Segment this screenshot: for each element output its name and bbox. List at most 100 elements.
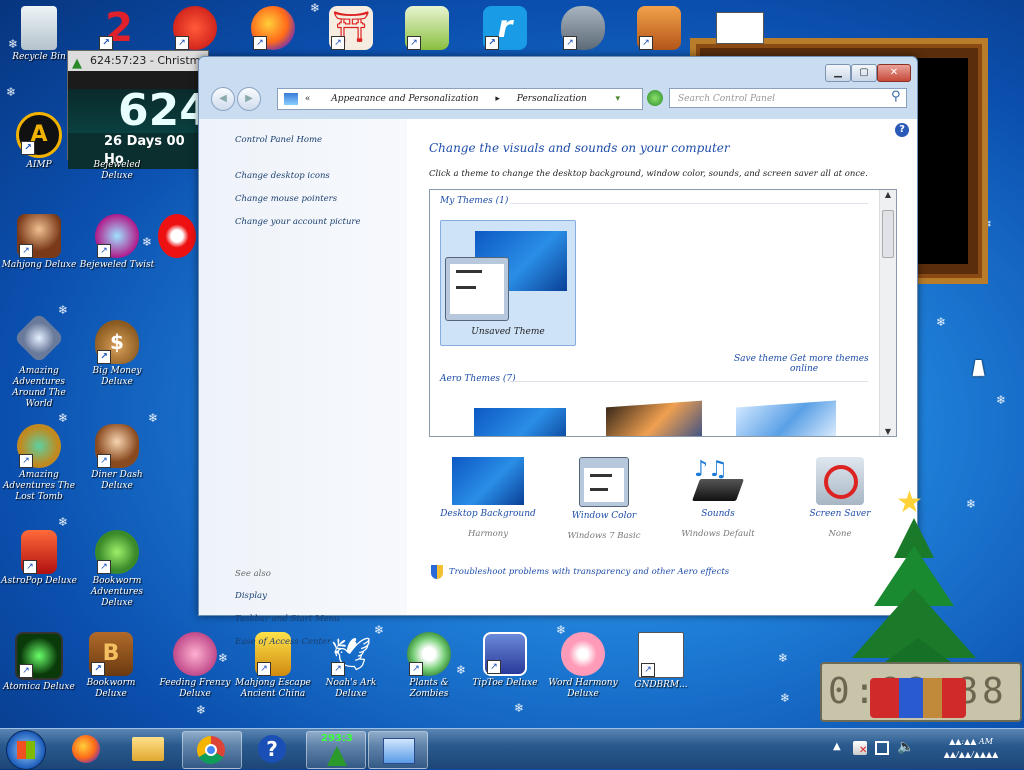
unsaved-theme-label: Unsaved Theme	[471, 327, 545, 337]
recycle-bin-icon	[21, 6, 57, 50]
window-color-icon	[579, 457, 629, 507]
firefox-icon: ↗	[251, 6, 295, 50]
taskbar-explorer[interactable]	[120, 731, 178, 767]
minimize-button[interactable]: ▁	[825, 64, 851, 82]
desktop-icon-feeding-frenzy[interactable]: Feeding Frenzy Deluxe	[156, 632, 234, 700]
network-icon[interactable]	[875, 741, 889, 755]
r-app-icon: r ↗	[483, 6, 527, 50]
christmas-tree-icon: ▲	[72, 56, 82, 71]
desktop-icon-bejeweled-deluxe[interactable]: Bejeweled Deluxe	[78, 112, 156, 182]
desktop-icon-tiptoe[interactable]: ↗ TipToe Deluxe	[466, 632, 544, 689]
taskbar-chrome[interactable]	[182, 731, 242, 769]
volume-icon[interactable]: 🔈	[897, 739, 914, 755]
taskbar-countdown[interactable]: 293:3	[306, 731, 366, 769]
mouse-cursor-icon	[972, 360, 988, 376]
sounds-setting[interactable]: ♪♫ Sounds Windows Default	[663, 457, 773, 539]
forward-button[interactable]: ▶	[237, 87, 261, 111]
desktop-icon-word-harmony[interactable]: Word Harmony Deluxe	[544, 632, 622, 700]
desktop-icon-astropop[interactable]: ↗ AstroPop Deluxe	[0, 530, 78, 587]
aero-theme-windows7[interactable]	[474, 408, 566, 436]
chevron-down-icon[interactable]: ▾	[615, 89, 620, 109]
refresh-button[interactable]	[647, 90, 663, 106]
led-clock-gadget[interactable]: 0:88:88	[820, 662, 1022, 722]
number-two-icon: 2 ↗	[97, 6, 141, 50]
desktop-icon-bookworm[interactable]: B ↗ Bookworm Deluxe	[72, 632, 150, 700]
desktop-icon-diner-dash[interactable]: ↗ Diner Dash Deluxe	[78, 424, 156, 492]
change-account-picture-link[interactable]: Change your account picture	[235, 217, 361, 227]
desktop-icon-atomica[interactable]: ↗ Atomica Deluxe	[0, 632, 78, 693]
taskbar-start-menu-link[interactable]: Taskbar and Start Menu	[235, 614, 340, 624]
bookworm-worm-icon: ↗	[95, 530, 139, 574]
tree-badge: 293:3	[321, 733, 353, 744]
page-title: Change the visuals and sounds on your co…	[429, 141, 730, 155]
desktop-icon-partial-1[interactable]	[156, 214, 198, 258]
desktop-icon-r-app[interactable]: r ↗	[466, 6, 544, 50]
notepad-icon: ↗	[405, 6, 449, 50]
search-input[interactable]: Search Control Panel	[669, 88, 907, 108]
desktop-icon-firefox[interactable]: ↗	[234, 6, 312, 50]
desktop-background-setting[interactable]: Desktop Background Harmony	[433, 457, 543, 539]
taskbar-help[interactable]: ?	[244, 731, 302, 767]
unsaved-theme-thumb[interactable]: Unsaved Theme	[440, 220, 576, 346]
desktop-icon-shark[interactable]: ↗	[544, 6, 622, 50]
breadcrumb-personalization[interactable]: Personalization	[517, 94, 587, 104]
astropop-icon: ↗	[21, 530, 57, 574]
taskbar: ? 293:3 ▲ ✕ 🔈 ▲▲:▲▲ AM ▲▲/▲▲/▲▲▲▲	[0, 728, 1024, 770]
save-theme-link[interactable]: Save theme	[734, 354, 787, 364]
back-button[interactable]: ◀	[211, 87, 235, 111]
firefox-icon	[72, 735, 100, 763]
breadcrumb[interactable]: « Appearance and Personalization ▸ Perso…	[277, 88, 643, 110]
maximize-button[interactable]: ▢	[851, 64, 877, 82]
gem-icon: ↗	[95, 214, 139, 258]
desktop-icon-amazing-lost[interactable]: ↗ Amazing Adventures The Lost Tomb	[0, 424, 78, 503]
desktop-icon-bejeweled-twist[interactable]: ↗ Bejeweled Twist	[78, 214, 156, 271]
window-color-setting[interactable]: Window Color Windows 7 Basic	[549, 457, 659, 541]
desktop-icon-plants-zombies[interactable]: ↗ Plants & Zombies	[390, 632, 468, 700]
desktop-icon-gndbrm[interactable]: ↗ GNDBRM...	[622, 632, 700, 691]
help-icon[interactable]: ?	[895, 123, 909, 137]
themes-list: My Themes (1) Unsaved Theme Save theme G…	[429, 189, 897, 437]
flag-icon[interactable]: ✕	[853, 741, 867, 756]
troubleshoot-link[interactable]: Troubleshoot problems with transparency …	[449, 567, 729, 577]
breadcrumb-arrow-icon[interactable]: ▸	[495, 94, 500, 104]
desktop-icon-big-money[interactable]: $ ↗ Big Money Deluxe	[78, 320, 156, 388]
ease-of-access-link[interactable]: Ease of Access Center	[235, 637, 331, 647]
cocktail-icon: ↗	[483, 632, 527, 676]
waitress-icon: ↗	[95, 424, 139, 468]
desktop-icon-blocks[interactable]: ↗	[620, 6, 698, 50]
desktop-icon-amazing-around[interactable]: Amazing Adventures Around The World	[0, 312, 78, 410]
breadcrumb-overflow[interactable]: «	[305, 94, 311, 104]
window-titlebar[interactable]: ▁ ▢ ✕	[199, 57, 917, 85]
aero-theme-characters[interactable]	[736, 400, 836, 436]
my-themes-group[interactable]: My Themes (1)	[440, 196, 508, 206]
book-icon: B ↗	[89, 632, 133, 676]
desktop-icon-notepad[interactable]: ↗	[388, 6, 466, 50]
desktop-icon-2[interactable]: 2 ↗	[80, 6, 158, 50]
compass-gem-icon	[13, 312, 65, 364]
scrollbar-thumb[interactable]	[882, 210, 894, 258]
desktop-icon-red-creature[interactable]: ↗	[156, 6, 234, 50]
taskbar-firefox[interactable]	[58, 731, 116, 767]
aero-theme-architecture[interactable]	[606, 400, 702, 436]
change-desktop-icons-link[interactable]: Change desktop icons	[235, 171, 330, 181]
clock[interactable]: ▲▲:▲▲ AM ▲▲/▲▲/▲▲▲▲	[921, 735, 1021, 761]
close-button[interactable]: ✕	[877, 64, 911, 82]
desktop-icon-aimp[interactable]: A ↗ AIMP	[0, 112, 78, 171]
change-mouse-pointers-link[interactable]: Change mouse pointers	[235, 194, 337, 204]
desktop-icon-bookworm-adv[interactable]: ↗ Bookworm Adventures Deluxe	[78, 530, 156, 609]
desktop-icon-mahjong[interactable]: ↗ Mahjong Deluxe	[0, 214, 78, 271]
frame-top-icon[interactable]	[716, 12, 764, 44]
search-icon[interactable]: ⚲	[891, 89, 901, 104]
taskbar-control-panel[interactable]	[368, 731, 428, 769]
themes-scrollbar[interactable]: ▲ ▼	[879, 190, 896, 436]
control-panel-home-link[interactable]: Control Panel Home	[235, 135, 322, 145]
aero-themes-group[interactable]: Aero Themes (7)	[440, 374, 516, 384]
personalization-window[interactable]: ▁ ▢ ✕ ◀ ▶ « Appearance and Personalizati…	[198, 56, 918, 647]
shark-icon: ↗	[561, 6, 605, 50]
show-hidden-icons[interactable]: ▲	[833, 741, 841, 752]
breadcrumb-appearance[interactable]: Appearance and Personalization	[331, 94, 478, 104]
chrome-icon	[197, 736, 225, 764]
display-link[interactable]: Display	[235, 591, 267, 601]
start-button[interactable]	[6, 730, 46, 770]
desktop-icon-torii[interactable]: ⛩ ↗	[312, 6, 390, 50]
